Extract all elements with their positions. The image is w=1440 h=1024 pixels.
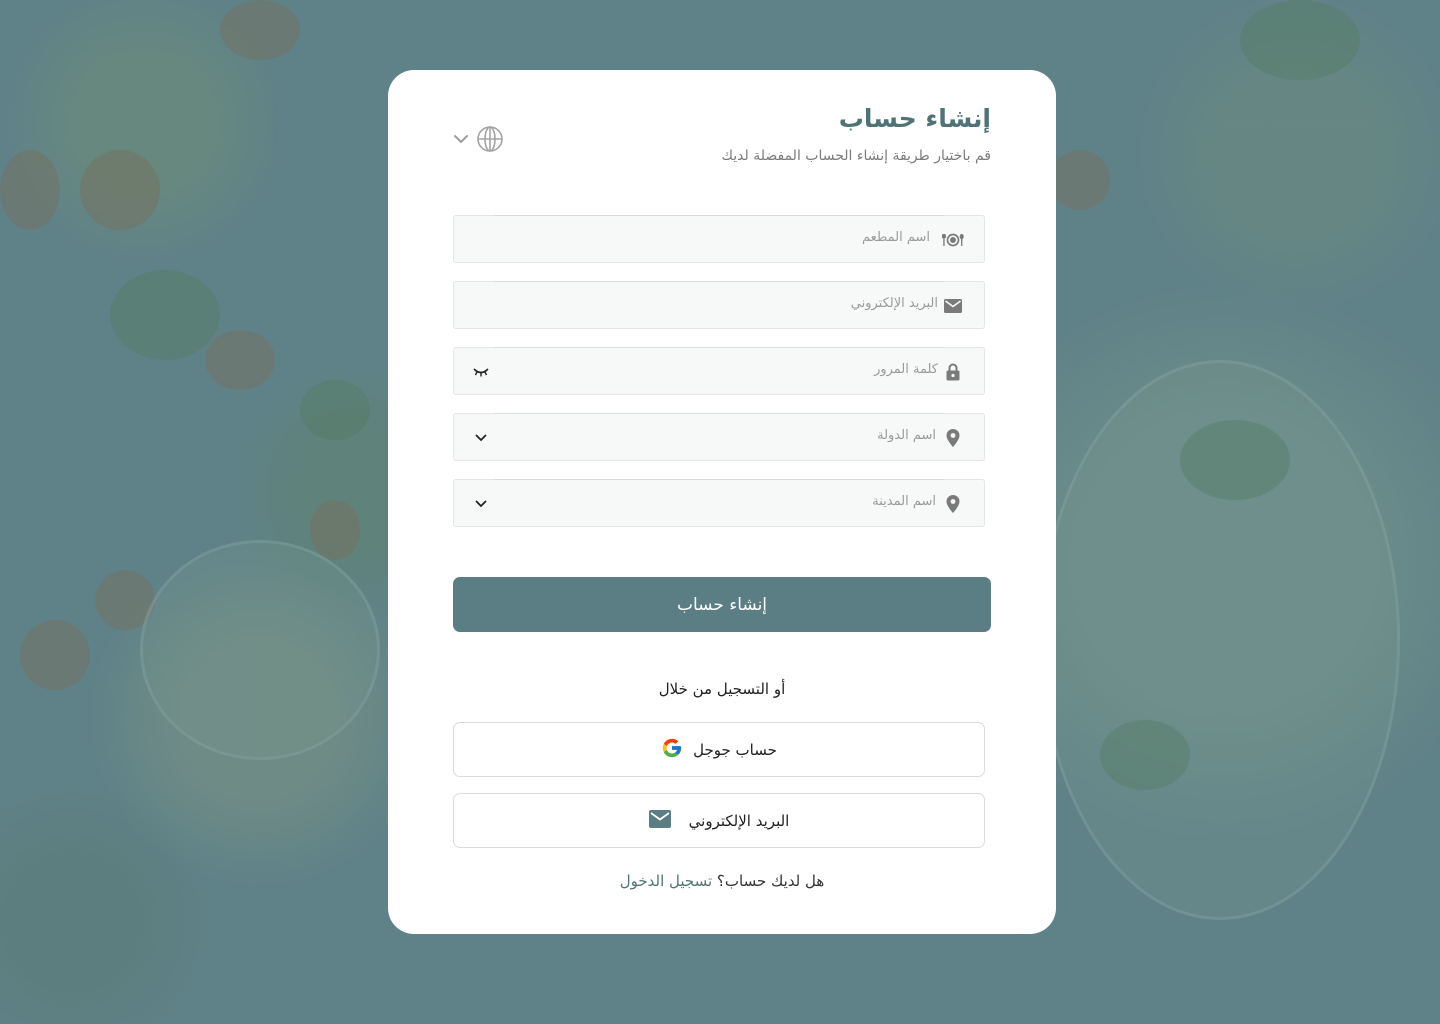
email-field[interactable]: البريد الإلكتروني: [453, 281, 985, 329]
email-signup-label: البريد الإلكتروني: [688, 811, 790, 830]
page-title: إنشاء حساب: [838, 104, 991, 133]
chevron-down-icon: [470, 495, 492, 513]
google-icon: [661, 737, 683, 763]
password-field[interactable]: كلمة المرور: [453, 347, 985, 395]
field-divider: [494, 413, 944, 414]
field-divider: [494, 479, 944, 480]
field-divider: [494, 281, 944, 282]
email-signup-button[interactable]: البريد الإلكتروني: [453, 793, 985, 848]
signin-question: هل لديك حساب؟: [716, 872, 825, 890]
language-selector[interactable]: [452, 124, 508, 154]
globe-icon: [476, 125, 504, 153]
city-placeholder: اسم المدينة: [872, 494, 936, 509]
google-signup-button[interactable]: حساب جوجل: [453, 722, 985, 777]
chevron-down-icon: [470, 429, 492, 447]
location-pin-icon: [942, 427, 964, 449]
mail-icon: [648, 809, 671, 832]
field-divider: [494, 215, 944, 216]
signup-card: إنشاء حساب قم باختيار طريقة إنشاء الحساب…: [388, 70, 1056, 934]
country-placeholder: اسم الدولة: [877, 428, 936, 443]
email-placeholder: البريد الإلكتروني: [850, 296, 938, 311]
google-label: حساب جوجل: [693, 740, 777, 759]
field-divider: [494, 347, 944, 348]
signin-link[interactable]: تسجيل الدخول: [620, 872, 712, 890]
social-divider-text: أو التسجيل من خلال: [658, 680, 786, 698]
mail-icon: [942, 295, 964, 317]
city-select[interactable]: اسم المدينة: [453, 479, 985, 527]
chevron-down-icon: [452, 130, 470, 148]
page-subtitle: قم باختيار طريقة إنشاء الحساب المفضلة لد…: [721, 148, 991, 164]
restaurant-name-field[interactable]: اسم المطعم: [453, 215, 985, 263]
eye-closed-icon[interactable]: [470, 363, 492, 381]
dining-icon: [942, 229, 964, 251]
restaurant-name-placeholder: اسم المطعم: [862, 230, 930, 245]
country-select[interactable]: اسم الدولة: [453, 413, 985, 461]
create-account-button[interactable]: إنشاء حساب: [453, 577, 991, 632]
lock-icon: [942, 361, 964, 383]
password-placeholder: كلمة المرور: [874, 362, 938, 377]
location-pin-icon: [942, 493, 964, 515]
signin-prompt: هل لديك حساب؟ تسجيل الدخول: [388, 872, 1056, 890]
